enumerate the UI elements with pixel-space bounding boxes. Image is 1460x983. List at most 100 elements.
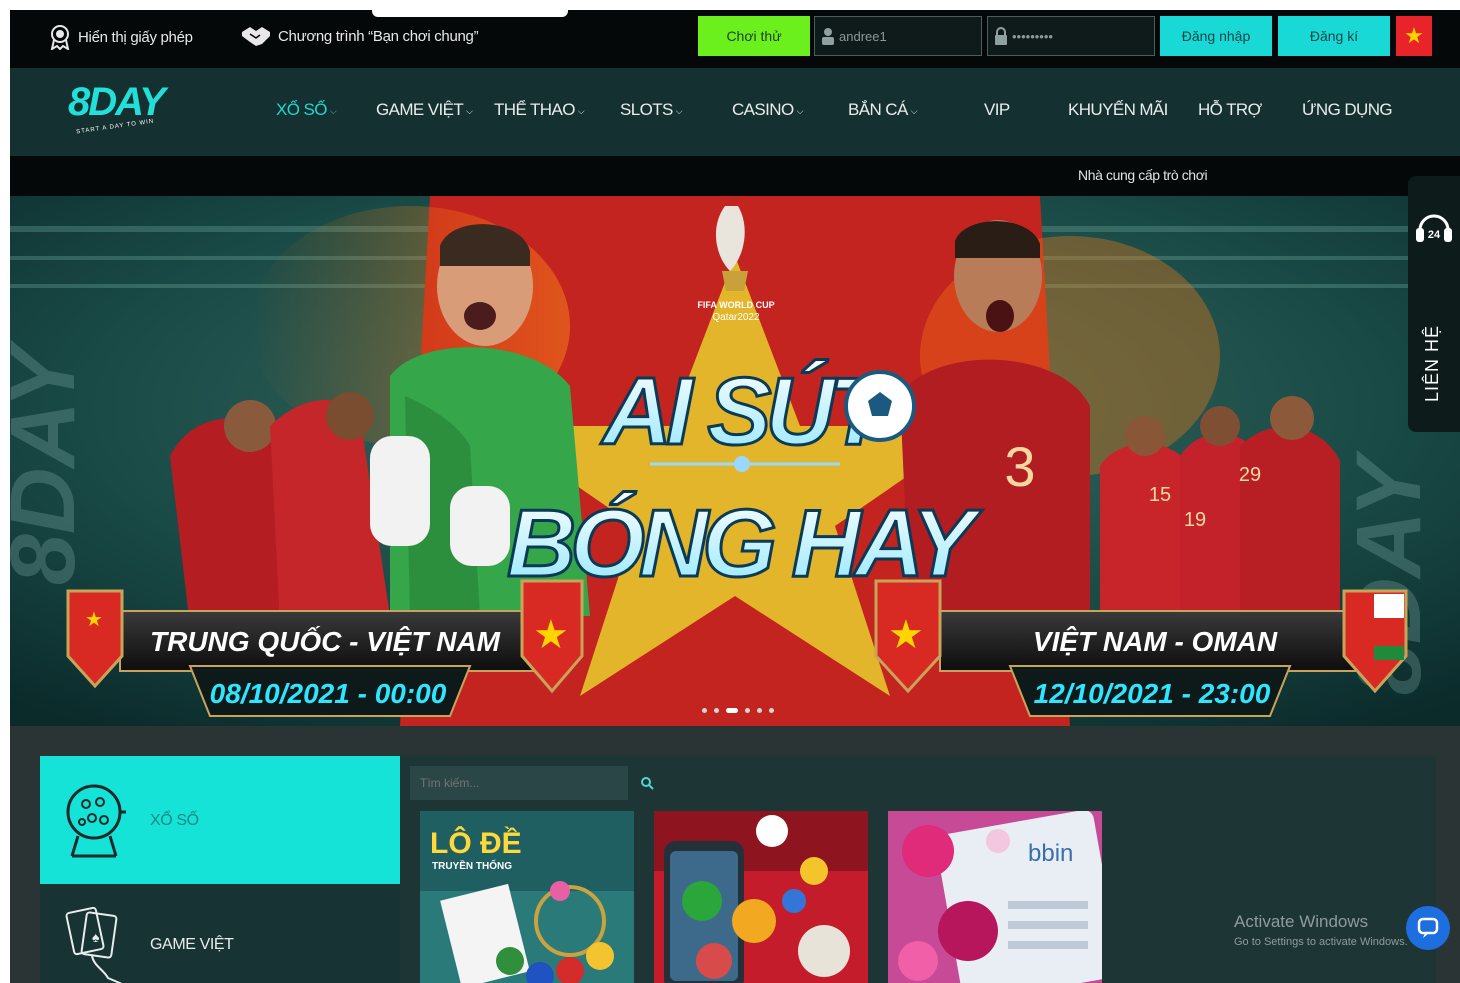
china-flag-icon: ★ (85, 609, 103, 631)
login-button[interactable]: Đăng nhập (1160, 16, 1272, 56)
player-number: 19 (1184, 509, 1206, 531)
nav-item-the-thao[interactable]: THỂ THAO ⌵ (494, 100, 585, 120)
nav-item-game-viet[interactable]: GAME VIỆT ⌵ (376, 100, 473, 120)
provider-strip: Nhà cung cấp trò chơi (10, 156, 1460, 196)
browser-tab-fragment (372, 10, 568, 17)
try-play-button[interactable]: Chơi thử (698, 16, 810, 56)
register-button[interactable]: Đăng kí (1278, 16, 1390, 56)
chevron-down-icon: ⌵ (910, 105, 918, 116)
games-panel: LÔ ĐỀ TRUYỀN THỐNG (400, 756, 1436, 983)
support-hours: 24 (1428, 229, 1441, 241)
search-button[interactable] (628, 766, 666, 800)
program-label: Chương trình “Bạn chơi chung” (278, 27, 479, 45)
nav-item-casino[interactable]: CASINO ⌵ (732, 100, 803, 120)
nav-label: GAME VIỆT (376, 100, 464, 119)
lock-icon (995, 27, 1007, 45)
carousel-dot[interactable] (702, 708, 707, 713)
category-xoso[interactable]: XỔ SỐ (40, 756, 400, 884)
vietnam-flag-left-icon: ★ (533, 613, 569, 657)
nav-label: VIP (984, 100, 1010, 119)
chevron-down-icon: ⌵ (577, 105, 585, 116)
category-label: XỔ SỐ (150, 812, 199, 829)
match-left-teams: TRUNG QUỐC - VIỆT NAM (150, 625, 501, 657)
player-number: 15 (1149, 484, 1171, 506)
carousel-dot[interactable] (745, 708, 750, 713)
nav-item-vip[interactable]: VIP (984, 100, 1010, 120)
carousel-dot-active[interactable] (726, 708, 738, 713)
password-field[interactable] (987, 16, 1155, 56)
brand-logo[interactable]: 8DAY START A DAY TO WIN (68, 80, 178, 140)
games-section: XỔ SỐ ♠ GAME VIỆT Tìm kiếm... LÔ ĐỀ TRUY… (10, 726, 1460, 983)
provider-link[interactable]: Nhà cung cấp trò chơi (1078, 167, 1208, 183)
lo-de-thumbnail: LÔ ĐỀ TRUYỀN THỐNG (420, 811, 634, 983)
license-label: Hiển thị giấy phép (78, 28, 193, 46)
nav-item-ban-ca[interactable]: BẮN CÁ ⌵ (848, 100, 918, 120)
banner-art: 8DAY 8DAY 3 15 19 29 FIFA WORLD CUP Qata… (10, 196, 1460, 726)
game-card-bbin[interactable]: bbin (888, 811, 1102, 983)
player-number: 3 (1004, 435, 1035, 498)
license-link[interactable]: Hiển thị giấy phép (48, 24, 193, 50)
nav-label: SLOTS (620, 100, 673, 119)
headset-support-icon: 24 (1416, 214, 1452, 242)
hero-banner[interactable]: 8DAY 8DAY 3 15 19 29 FIFA WORLD CUP Qata… (10, 196, 1460, 726)
lottery-wheel-icon (66, 784, 126, 858)
chevron-down-icon: ⌵ (796, 105, 804, 116)
username-field[interactable] (814, 16, 982, 56)
main-nav: 8DAY START A DAY TO WIN XỔ SỐ ⌵ GAME VIỆ… (10, 68, 1460, 156)
chevron-down-icon: ⌵ (466, 105, 473, 116)
nav-item-ho-tro[interactable]: HỖ TRỢ (1198, 100, 1262, 120)
live-chat-button[interactable] (1406, 906, 1450, 950)
username-input[interactable] (839, 28, 969, 44)
nav-item-xoso[interactable]: XỔ SỐ ⌵ (276, 100, 337, 120)
vietnam-flag-right-icon: ★ (888, 613, 924, 657)
brand-watermark-left: 8DAY (10, 339, 94, 585)
nav-label: KHUYẾN MÃI (1068, 100, 1168, 119)
match-left-datetime: 08/10/2021 - 00:00 (210, 678, 447, 709)
oman-flag-icon (1374, 594, 1404, 618)
lottery-balls-thumbnail (654, 811, 868, 983)
playing-cards-icon: ♠ (65, 906, 123, 983)
game-title: LÔ ĐỀ (430, 826, 522, 860)
language-flag-button[interactable]: ★ (1396, 16, 1432, 56)
nav-label: CASINO (732, 100, 794, 119)
vietnam-flag-icon: ★ (1404, 23, 1424, 48)
nav-item-ung-dung[interactable]: ỨNG DỤNG (1302, 100, 1393, 120)
page-frame: Hiển thị giấy phép Chương trình “Bạn chơ… (10, 10, 1460, 983)
windows-notice-line1: Activate Windows (1234, 912, 1369, 931)
chevron-down-icon: ⌵ (675, 105, 683, 116)
player-number: 29 (1239, 464, 1261, 486)
game-card-lottery-balls[interactable] (654, 811, 868, 983)
carousel-dot[interactable] (757, 708, 762, 713)
nav-item-khuyen-mai[interactable]: KHUYẾN MÃI (1068, 100, 1168, 120)
nav-label: XỔ SỐ (276, 100, 327, 119)
program-link[interactable]: Chương trình “Bạn chơi chung” (240, 24, 479, 48)
user-icon (822, 28, 834, 45)
event-line-1: FIFA WORLD CUP (697, 300, 774, 310)
top-bar: Hiển thị giấy phép Chương trình “Bạn chơ… (10, 10, 1460, 68)
provider-logo-text: bbin (1028, 840, 1073, 867)
nav-label: HỖ TRỢ (1198, 100, 1262, 119)
game-card-lo-de[interactable]: LÔ ĐỀ TRUYỀN THỐNG (420, 811, 634, 983)
windows-notice-line2: Go to Settings to activate Windows. (1234, 936, 1408, 948)
medal-icon (50, 25, 70, 50)
category-label: GAME VIỆT (150, 936, 234, 953)
category-sidebar: XỔ SỐ ♠ GAME VIỆT (40, 756, 400, 983)
nav-label: ỨNG DỤNG (1302, 100, 1393, 119)
nav-item-slots[interactable]: SLOTS ⌵ (620, 100, 683, 120)
match-right-datetime: 12/10/2021 - 23:00 (1034, 678, 1271, 709)
bbin-thumbnail: bbin (888, 811, 1102, 983)
match-right-teams: VIỆT NAM - OMAN (1033, 626, 1278, 657)
carousel-dot[interactable] (714, 708, 719, 713)
svg-text:♠: ♠ (92, 929, 100, 945)
chevron-down-icon: ⌵ (329, 105, 337, 116)
password-input[interactable] (1012, 28, 1142, 44)
windows-activation-notice: Activate Windows Go to Settings to activ… (1234, 912, 1408, 948)
game-subtitle: TRUYỀN THỐNG (432, 858, 512, 872)
handshake-icon (242, 27, 270, 46)
carousel-dot[interactable] (769, 708, 774, 713)
game-search-box[interactable] (410, 766, 628, 800)
game-search-input[interactable] (420, 776, 620, 790)
chat-icon (1417, 917, 1439, 938)
category-game-viet[interactable]: ♠ GAME VIỆT (40, 884, 400, 983)
contact-side-tab[interactable]: 24 LIÊN HỆ (1408, 176, 1460, 432)
